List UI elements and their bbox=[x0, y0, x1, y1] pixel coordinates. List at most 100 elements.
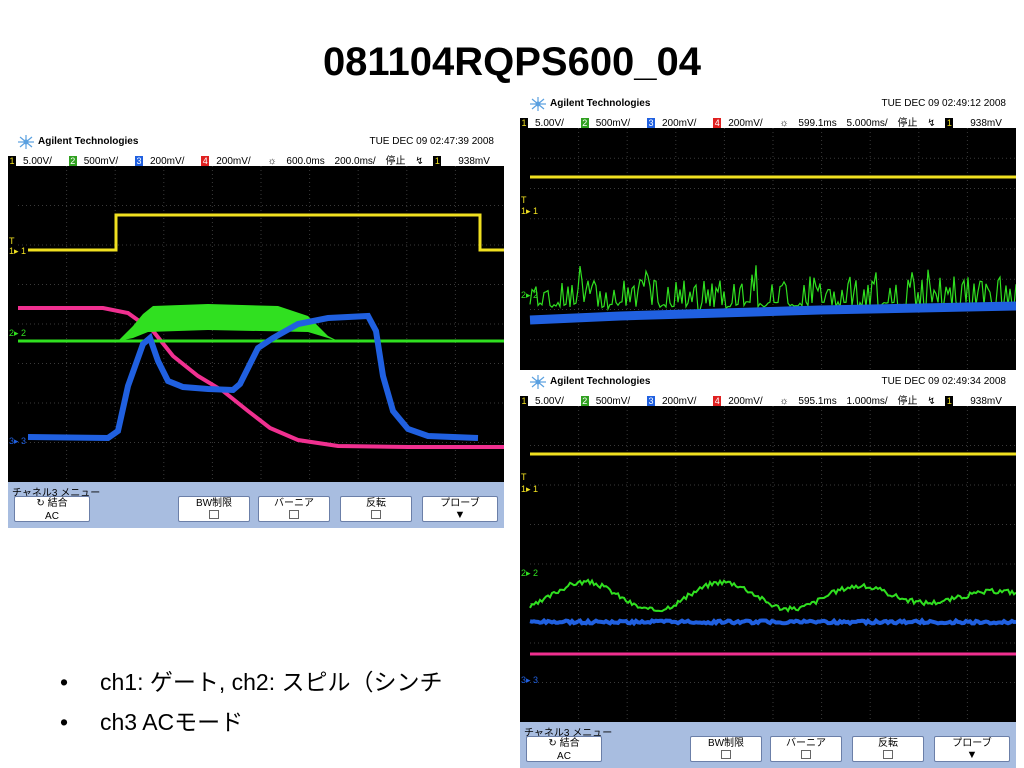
rotate-icon: ↻ bbox=[548, 738, 557, 749]
agilent-logo-icon bbox=[18, 135, 34, 149]
agilent-logo-icon bbox=[530, 375, 546, 389]
ch4-chip: 4 bbox=[713, 117, 722, 128]
ch1-scale: 5.00V/ bbox=[23, 156, 52, 166]
capture-date: TUE DEC 09 02:49:12 2008 bbox=[881, 98, 1006, 109]
scope-screen: T 1▸ 1 2▸ 2 3▸ 3 bbox=[520, 406, 1016, 722]
rotate-icon: ↻ bbox=[36, 498, 45, 509]
oscilloscope-capture-2: Agilent Technologies TUE DEC 09 02:49:12… bbox=[520, 94, 1016, 370]
time-position: 600.0ms bbox=[286, 156, 325, 166]
trigger-channel: 1 bbox=[945, 117, 954, 128]
ch4-scale: 200mV/ bbox=[216, 156, 251, 166]
oscilloscope-capture-3: Agilent Technologies TUE DEC 09 02:49:34… bbox=[520, 372, 1016, 768]
trigger-level: 938mV bbox=[458, 156, 490, 166]
down-arrow-icon: ▼ bbox=[454, 509, 466, 521]
ch1-scale: 5.00V/ bbox=[535, 118, 564, 128]
ch3-scale: 200mV/ bbox=[661, 118, 697, 128]
trigger-icon: ☼ bbox=[267, 156, 277, 166]
trigger-channel: 1 bbox=[945, 395, 954, 406]
checkbox-icon bbox=[721, 750, 731, 759]
ch1-marker: T bbox=[521, 195, 527, 205]
ch2-scale: 500mV/ bbox=[83, 156, 119, 166]
ch2-chip: 2 bbox=[580, 117, 589, 128]
status-bar: 1 5.00V/ 2 500mV/ 3 200mV/ 4 200mV/ ☼ 595.1m… bbox=[520, 392, 1016, 406]
capture-date: TUE DEC 09 02:49:34 2008 bbox=[881, 376, 1006, 387]
status-bar: 1 5.00V/ 2 500mV/ 3 200mV/ 4 200mV/ ☼ 599.1m… bbox=[520, 114, 1016, 128]
checkbox-icon bbox=[289, 510, 299, 519]
trigger-channel: 1 bbox=[433, 155, 442, 166]
run-state: 停止 bbox=[897, 396, 918, 406]
ch1-scale: 5.00V/ bbox=[535, 396, 564, 406]
agilent-logo-icon bbox=[530, 97, 546, 111]
bullet-item: • ch3 ACモード bbox=[60, 709, 244, 735]
trigger-edge-icon: ↯ bbox=[415, 156, 424, 166]
bullet-item: • ch1: ゲート, ch2: スピル（シンチ bbox=[60, 669, 443, 695]
ch3-chip: 3 bbox=[646, 117, 655, 128]
vernier-softkey[interactable]: バーニア bbox=[258, 496, 330, 522]
status-bar: 1 5.00V/ 2 500mV/ 3 200mV/ 4 200mV/ ☼ 600.0m… bbox=[8, 152, 504, 166]
ch1-chip: 1 bbox=[520, 117, 528, 128]
bw-limit-softkey[interactable]: BW制限 bbox=[178, 496, 250, 522]
run-state: 停止 bbox=[385, 156, 406, 166]
ch3-marker: 3▸ 3 bbox=[9, 436, 26, 446]
trigger-icon: ☼ bbox=[779, 118, 789, 128]
trigger-edge-icon: ↯ bbox=[927, 396, 936, 406]
run-state: 停止 bbox=[897, 118, 918, 128]
ch3-trace bbox=[529, 617, 1016, 627]
ch1-marker: T bbox=[521, 472, 527, 482]
ch3-scale: 200mV/ bbox=[661, 396, 697, 406]
time-scale: 200.0ms/ bbox=[334, 156, 376, 166]
slide-title: 081104RQPS600_04 bbox=[322, 40, 702, 84]
ch4-scale: 200mV/ bbox=[728, 396, 763, 406]
brand-name: Agilent Technologies bbox=[38, 136, 139, 147]
trigger-edge-icon: ↯ bbox=[927, 118, 936, 128]
checkbox-icon bbox=[883, 750, 893, 759]
invert-softkey[interactable]: 反転 bbox=[852, 736, 924, 762]
scope-header: Agilent Technologies TUE DEC 09 02:49:12… bbox=[520, 94, 1016, 114]
scope-screen: T 1▸ 1 2▸ 2 3▸ 3 bbox=[8, 166, 504, 482]
scope-header: Agilent Technologies TUE DEC 09 02:49:34… bbox=[520, 372, 1016, 392]
ch4-scale: 200mV/ bbox=[728, 118, 763, 128]
checkbox-icon bbox=[209, 510, 219, 519]
ch2-chip: 2 bbox=[68, 155, 77, 166]
ch2-chip: 2 bbox=[580, 395, 589, 406]
ch3-scale: 200mV/ bbox=[149, 156, 185, 166]
ch1-chip: 1 bbox=[520, 395, 528, 406]
svg-text:1▸ 1: 1▸ 1 bbox=[9, 246, 26, 256]
channel-menu: チャネル3 メニュー ↻ 結合 AC BW制限 バーニア 反転 プローブ ▼ bbox=[8, 482, 504, 528]
trigger-level: 938mV bbox=[970, 118, 1002, 128]
bullet-list: • ch1: ゲート, ch2: スピル（シンチ • ch3 ACモード bbox=[60, 664, 443, 744]
probe-softkey[interactable]: プローブ ▼ bbox=[934, 736, 1010, 762]
trigger-icon: ☼ bbox=[779, 396, 789, 406]
scope-header: Agilent Technologies TUE DEC 09 02:47:39… bbox=[8, 132, 504, 152]
brand-name: Agilent Technologies bbox=[550, 376, 651, 387]
time-position: 599.1ms bbox=[798, 118, 837, 128]
oscilloscope-capture-1: Agilent Technologies TUE DEC 09 02:47:39… bbox=[8, 132, 504, 528]
time-scale: 5.000ms/ bbox=[846, 118, 888, 128]
trigger-level: 938mV bbox=[970, 396, 1002, 406]
ch2-scale: 500mV/ bbox=[595, 118, 631, 128]
ch2-marker: 2▸ 2 bbox=[9, 328, 26, 338]
ch2-marker: 2▸ 2 bbox=[521, 568, 538, 578]
probe-softkey[interactable]: プローブ ▼ bbox=[422, 496, 498, 522]
svg-text:1▸ 1: 1▸ 1 bbox=[521, 206, 538, 216]
coupling-softkey[interactable]: ↻ 結合 AC bbox=[14, 496, 90, 522]
ch2-marker: 2▸ 2 bbox=[521, 290, 538, 300]
channel-menu: チャネル3 メニュー ↻ 結合 AC BW制限 バーニア 反転 プローブ ▼ bbox=[520, 722, 1016, 768]
checkbox-icon bbox=[801, 750, 811, 759]
ch1-marker: T bbox=[9, 236, 15, 246]
time-scale: 1.000ms/ bbox=[846, 396, 888, 406]
ch3-chip: 3 bbox=[134, 155, 143, 166]
checkbox-icon bbox=[371, 510, 381, 519]
svg-text:1▸ 1: 1▸ 1 bbox=[521, 484, 538, 494]
ch4-chip: 4 bbox=[201, 155, 210, 166]
capture-date: TUE DEC 09 02:47:39 2008 bbox=[369, 136, 494, 147]
ch3-chip: 3 bbox=[646, 395, 655, 406]
time-position: 595.1ms bbox=[798, 396, 837, 406]
scope-screen: T 1▸ 1 2▸ 2 bbox=[520, 128, 1016, 370]
ch1-chip: 1 bbox=[8, 155, 16, 166]
coupling-softkey[interactable]: ↻ 結合 AC bbox=[526, 736, 602, 762]
invert-softkey[interactable]: 反転 bbox=[340, 496, 412, 522]
ch3-marker: 3▸ 3 bbox=[521, 675, 538, 685]
bw-limit-softkey[interactable]: BW制限 bbox=[690, 736, 762, 762]
vernier-softkey[interactable]: バーニア bbox=[770, 736, 842, 762]
